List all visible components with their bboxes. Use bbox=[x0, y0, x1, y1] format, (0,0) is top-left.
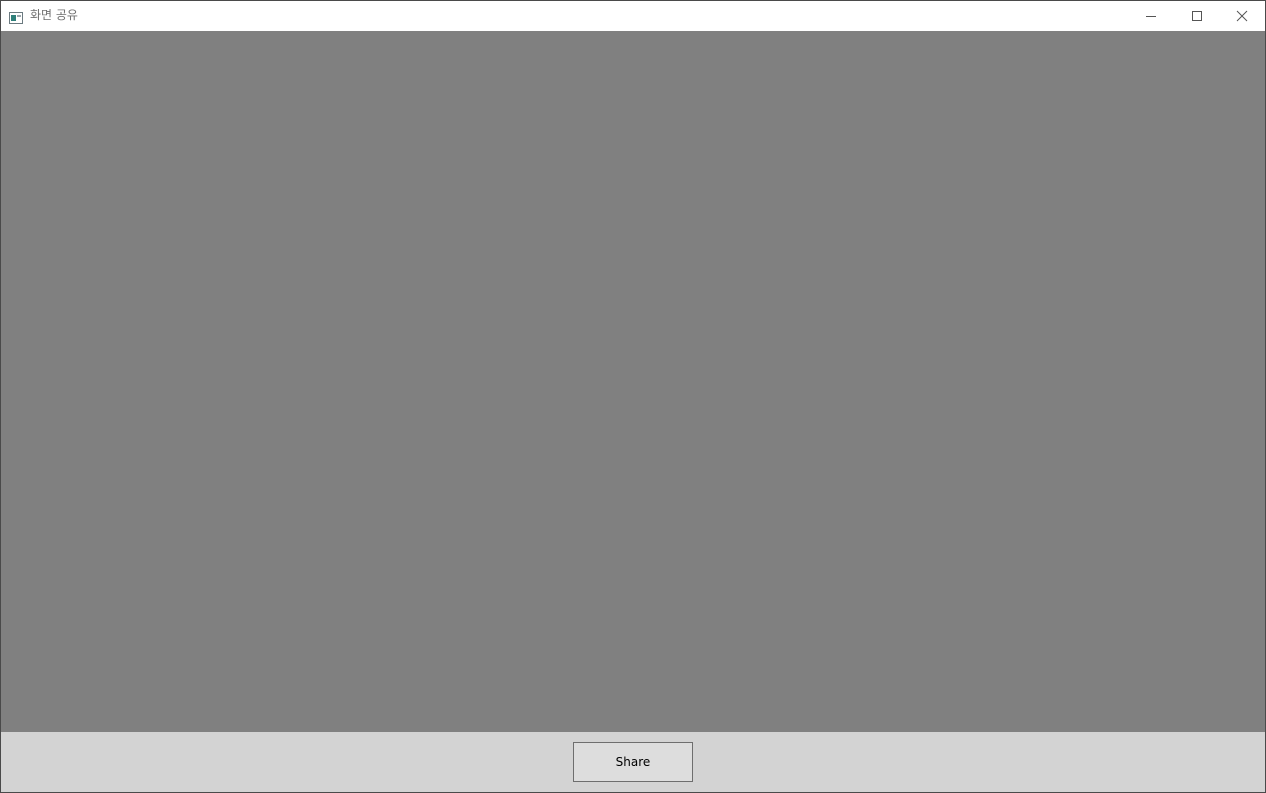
minimize-icon bbox=[1146, 16, 1156, 17]
close-icon bbox=[1236, 10, 1248, 22]
screen-preview-area bbox=[1, 31, 1265, 732]
title-bar[interactable]: 화면 공유 bbox=[1, 1, 1265, 31]
window-title: 화면 공유 bbox=[30, 8, 78, 22]
maximize-button[interactable] bbox=[1174, 1, 1220, 31]
minimize-button[interactable] bbox=[1128, 1, 1174, 31]
share-button[interactable]: Share bbox=[573, 742, 693, 782]
app-window-icon bbox=[9, 9, 23, 24]
bottom-toolbar: Share bbox=[1, 732, 1265, 792]
close-button[interactable] bbox=[1219, 1, 1265, 31]
app-window: 화면 공유 Share bbox=[0, 0, 1266, 793]
maximize-icon bbox=[1192, 11, 1202, 21]
